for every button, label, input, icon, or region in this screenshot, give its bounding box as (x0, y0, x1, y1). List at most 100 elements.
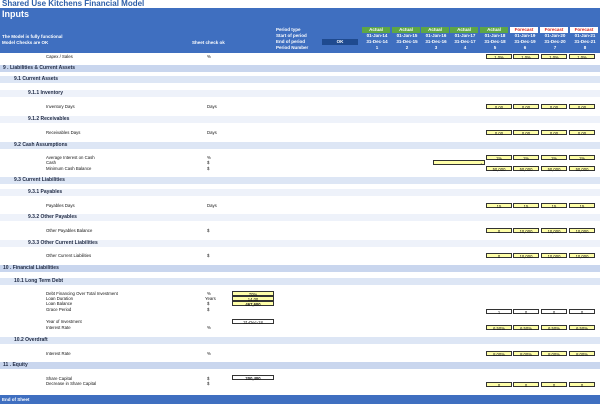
input-cell[interactable]: 6.50% (569, 325, 595, 331)
period-start-6: 01-Jan-19 (514, 33, 536, 38)
input-cell[interactable]: 15 (541, 203, 567, 209)
input-cell[interactable]: 10,000 (541, 228, 567, 234)
section-9-1-2: 9.1.2 Receivables (0, 116, 600, 123)
period-start-2: 01-Jan-15 (396, 33, 418, 38)
input-cell[interactable]: 0.00 (486, 104, 512, 110)
period-num-1: 1 (375, 45, 379, 50)
input-cell[interactable]: 15 (513, 203, 539, 209)
section-9-2: 9.2 Cash Assumptions (0, 142, 600, 149)
grace-period-label: Grace Period (46, 307, 72, 312)
other-cl-unit: $ (207, 253, 210, 258)
section-9-3-3: 9.3.3 Other Current Liabilities (0, 240, 600, 247)
input-cell[interactable]: 0 (486, 382, 512, 388)
input-cell[interactable]: 10,000 (513, 228, 539, 234)
input-cell[interactable]: 8.00% (513, 351, 539, 357)
decrease-share-unit: $ (207, 381, 210, 386)
input-cell[interactable]: 15 (569, 203, 595, 209)
input-cell[interactable]: 10,000 (569, 228, 595, 234)
input-cell[interactable]: 1% (486, 155, 512, 161)
period-type-label: Period type (276, 27, 301, 32)
period-num-2: 2 (405, 45, 409, 50)
section-9-3-1: 9.3.1 Payables (0, 189, 600, 196)
loan-balance-unit: $ (207, 301, 210, 306)
input-cell[interactable]: 8.00% (486, 351, 512, 357)
capex-label: Capex / Sales (46, 54, 73, 59)
input-cell[interactable]: 10,000 (569, 253, 595, 259)
period-end-8: 31-Dec-21 (574, 39, 596, 44)
status-line-2: Model Checks are OK (2, 40, 49, 45)
loan-balance-label: Loan Balance (46, 301, 73, 306)
input-cell[interactable]: 50,000 (541, 166, 567, 172)
input-cell[interactable]: 1.0% (513, 54, 539, 60)
section-9: 9 . Liabilities & Current Assets (0, 65, 600, 72)
input-cell[interactable]: 0.00 (513, 130, 539, 136)
other-cl-label: Other Current Liabilities (46, 253, 92, 258)
input-cell[interactable]: 0.00 (569, 130, 595, 136)
cash-value[interactable]: - (433, 160, 485, 166)
input-cell[interactable]: 6.50% (541, 325, 567, 331)
input-cell[interactable]: 0 (513, 309, 539, 315)
input-cell[interactable]: 1 (486, 309, 512, 315)
input-cell[interactable]: 6.50% (486, 325, 512, 331)
payables-days-label: Payables Days (46, 203, 75, 208)
app-title: Shared Use Kitchens Financial Model (0, 0, 274, 8)
interest-rate-ltd-unit: % (207, 325, 211, 330)
input-cell[interactable]: 0.00 (486, 130, 512, 136)
input-cell[interactable]: 50,000 (569, 166, 595, 172)
period-end-7: 31-Dec-20 (544, 39, 566, 44)
section-9-3: 9.3 Current Liabilities (0, 177, 600, 184)
receivables-days-label: Receivables Days (46, 130, 81, 135)
input-cell[interactable]: 0.00 (541, 104, 567, 110)
inventory-days-unit: Days (207, 104, 217, 109)
input-cell[interactable]: 0 (541, 309, 567, 315)
period-end-4: 31-Dec-17 (454, 39, 476, 44)
input-cell[interactable]: 1% (569, 155, 595, 161)
input-cell[interactable]: 1% (541, 155, 567, 161)
year-investment-value[interactable]: 31-Dec-18 (232, 319, 274, 325)
input-cell[interactable]: 10,000 (541, 253, 567, 259)
input-cell[interactable]: 0.00 (569, 104, 595, 110)
grace-period-unit: $ (207, 307, 210, 312)
input-cell[interactable]: 0 (486, 228, 512, 234)
period-end-1: 31-Dec-14 (366, 39, 388, 44)
section-10-2: 10.2 Overdraft (0, 337, 600, 344)
input-cell[interactable]: 8.00% (569, 351, 595, 357)
input-cell[interactable]: 0 (513, 382, 539, 388)
input-cell[interactable]: 1.0% (569, 54, 595, 60)
section-9-3-2: 9.3.2 Other Payables (0, 214, 600, 221)
loan-balance-value[interactable]: 467,600 (232, 301, 274, 307)
input-cell[interactable]: 1.0% (541, 54, 567, 60)
share-capital-value[interactable]: 200,400 (232, 375, 274, 381)
input-cell[interactable]: 50,000 (486, 166, 512, 172)
end-period-label: End of period (276, 39, 305, 44)
period-start-8: 01-Jan-21 (574, 33, 596, 38)
period-number-label: Period Number (276, 45, 309, 50)
section-9-1: 9.1 Current Assets (0, 76, 600, 83)
input-cell[interactable]: 0.00 (513, 104, 539, 110)
period-num-6: 6 (523, 45, 527, 50)
input-cell[interactable]: 0 (569, 309, 595, 315)
input-cell[interactable]: 8.00% (541, 351, 567, 357)
input-cell[interactable]: 0.00 (541, 130, 567, 136)
input-cell[interactable]: 15 (486, 203, 512, 209)
min-cash-label: Minimum Cash Balance (46, 166, 92, 171)
section-10: 10 . Financial Liabilities (0, 265, 600, 272)
input-cell[interactable]: 0 (541, 382, 567, 388)
cash-unit: $ (207, 160, 210, 165)
receivables-days-unit: Days (207, 130, 217, 135)
input-cell[interactable]: 50,000 (513, 166, 539, 172)
period-end-2: 31-Dec-15 (396, 39, 418, 44)
inventory-days-label: Inventory Days (46, 104, 75, 109)
period-start-5: 01-Jan-18 (484, 33, 506, 38)
input-cell[interactable]: 1% (513, 155, 539, 161)
input-cell[interactable]: 10,000 (513, 253, 539, 259)
period-num-7: 7 (553, 45, 557, 50)
input-cell[interactable]: 6.50% (513, 325, 539, 331)
input-cell[interactable]: 0 (486, 253, 512, 259)
input-cell[interactable]: 0 (569, 382, 595, 388)
period-num-8: 8 (583, 45, 587, 50)
payables-days-unit: Days (207, 203, 217, 208)
interest-rate-ltd-label: Interest Rate (46, 325, 71, 330)
input-cell[interactable]: 1.0% (486, 54, 512, 60)
end-of-sheet: End of Sheet (0, 395, 600, 404)
